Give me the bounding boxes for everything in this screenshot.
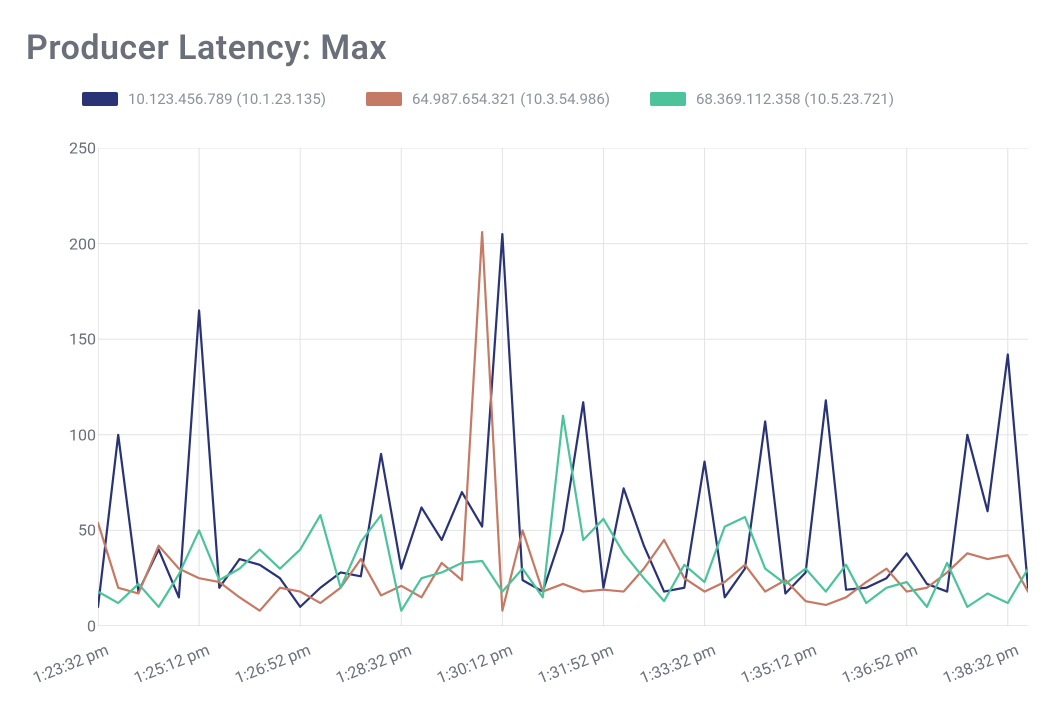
x-tick-label: 1:31:52 pm <box>536 640 617 687</box>
legend-item[interactable]: 68.369.112.358 (10.5.23.721) <box>650 90 894 108</box>
x-tick-label: 1:28:32 pm <box>333 640 414 687</box>
legend-label: 68.369.112.358 (10.5.23.721) <box>696 90 894 108</box>
x-tick-label: 1:36:52 pm <box>839 640 920 687</box>
y-tick-label: 50 <box>78 521 96 540</box>
x-tick-label: 1:38:32 pm <box>940 640 1021 687</box>
legend-swatch <box>82 92 118 106</box>
legend-label: 64.987.654.321 (10.3.54.986) <box>412 90 610 108</box>
x-axis-ticks: 1:23:32 pm1:25:12 pm1:26:52 pm1:28:32 pm… <box>98 632 1028 702</box>
x-tick-label: 1:33:32 pm <box>637 640 718 687</box>
series-line <box>98 416 1028 611</box>
y-tick-label: 200 <box>69 234 96 253</box>
y-tick-label: 100 <box>69 425 96 444</box>
x-tick-label: 1:35:12 pm <box>738 640 819 687</box>
legend-swatch <box>366 92 402 106</box>
legend-label: 10.123.456.789 (10.1.23.135) <box>128 90 326 108</box>
plot-area <box>98 148 1028 626</box>
y-axis-ticks: 050100150200250 <box>50 148 96 626</box>
legend: 10.123.456.789 (10.1.23.135) 64.987.654.3… <box>82 90 1034 108</box>
y-tick-label: 150 <box>69 330 96 349</box>
series-lines <box>98 148 1028 626</box>
chart-title: Producer Latency: Max <box>26 28 1034 68</box>
x-tick-label: 1:23:32 pm <box>30 640 111 687</box>
legend-item[interactable]: 64.987.654.321 (10.3.54.986) <box>366 90 610 108</box>
x-tick-label: 1:25:12 pm <box>131 640 212 687</box>
legend-swatch <box>650 92 686 106</box>
x-tick-label: 1:26:52 pm <box>232 640 313 687</box>
x-tick-label: 1:30:12 pm <box>434 640 515 687</box>
y-tick-label: 0 <box>87 617 96 636</box>
y-tick-label: 250 <box>69 139 96 158</box>
legend-item[interactable]: 10.123.456.789 (10.1.23.135) <box>82 90 326 108</box>
